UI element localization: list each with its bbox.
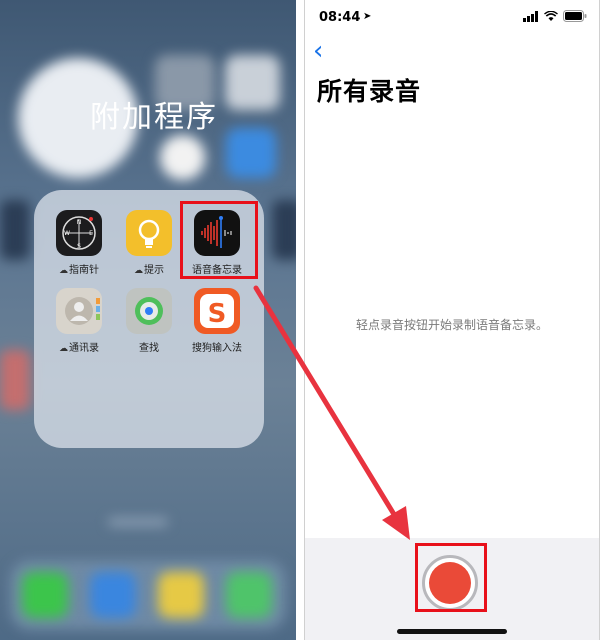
status-time: 08:44 [319, 10, 361, 25]
blurred-dock-icon [158, 572, 204, 618]
cellular-signal-icon [523, 10, 538, 22]
cloud-download-icon: ☁ [134, 266, 143, 276]
blurred-app-icon [0, 200, 30, 260]
app-label: 查找 [139, 343, 159, 354]
location-arrow-icon: ➤ [363, 11, 372, 22]
app-find-my[interactable]: 查找 [114, 288, 184, 354]
blurred-dock-icon [90, 572, 136, 618]
page-dots [108, 518, 168, 526]
blurred-dock-icon [226, 572, 272, 618]
blurred-app-icon [226, 128, 276, 178]
blurred-dock-icon [22, 572, 68, 618]
svg-text:E: E [89, 230, 93, 237]
back-button[interactable]: ‹ [313, 38, 323, 64]
app-label: 通讯录 [69, 343, 99, 354]
app-contacts[interactable]: ☁通讯录 [44, 288, 114, 354]
contacts-icon [56, 288, 102, 334]
empty-state-hint: 轻点录音按钮开始录制语音备忘录。 [355, 318, 548, 332]
cloud-download-icon: ☁ [59, 266, 68, 276]
app-compass[interactable]: N S W E ☁指南针 [44, 210, 114, 276]
blurred-app-icon [272, 200, 296, 260]
home-screen-panel: 附加程序 N S W E ☁指南针 ☁提示 语音备忘录 ☁通讯录 查找 S 搜狗… [0, 0, 296, 640]
app-label: 搜狗输入法 [192, 343, 242, 354]
highlight-box-voice-memos [180, 201, 258, 279]
battery-icon [563, 10, 587, 22]
find-my-icon [126, 288, 172, 334]
svg-text:S: S [77, 243, 81, 250]
record-bar [305, 538, 599, 640]
blurred-app-icon [225, 55, 280, 110]
page-title: 所有录音 [317, 77, 422, 106]
voice-memos-screen: 08:44 ➤ ‹ 所有录音 轻点录音按钮开始录制语音备忘录。 [304, 0, 600, 640]
tips-icon [126, 210, 172, 256]
home-indicator[interactable] [397, 629, 507, 634]
app-label: 指南针 [69, 265, 99, 276]
svg-text:S: S [208, 299, 227, 329]
sogou-input-icon: S [194, 288, 240, 334]
app-tips[interactable]: ☁提示 [114, 210, 184, 276]
status-indicators [523, 10, 587, 22]
blurred-app-icon [0, 350, 30, 410]
app-sogou-input[interactable]: S 搜狗输入法 [182, 288, 252, 354]
svg-text:W: W [64, 230, 70, 237]
highlight-box-record [415, 543, 487, 612]
blurred-app-icon [160, 135, 205, 180]
compass-icon: N S W E [56, 210, 102, 256]
app-label: 提示 [144, 265, 164, 276]
wifi-icon [544, 10, 558, 21]
folder-title: 附加程序 [90, 100, 218, 135]
cloud-download-icon: ☁ [59, 344, 68, 354]
svg-text:N: N [77, 219, 82, 226]
